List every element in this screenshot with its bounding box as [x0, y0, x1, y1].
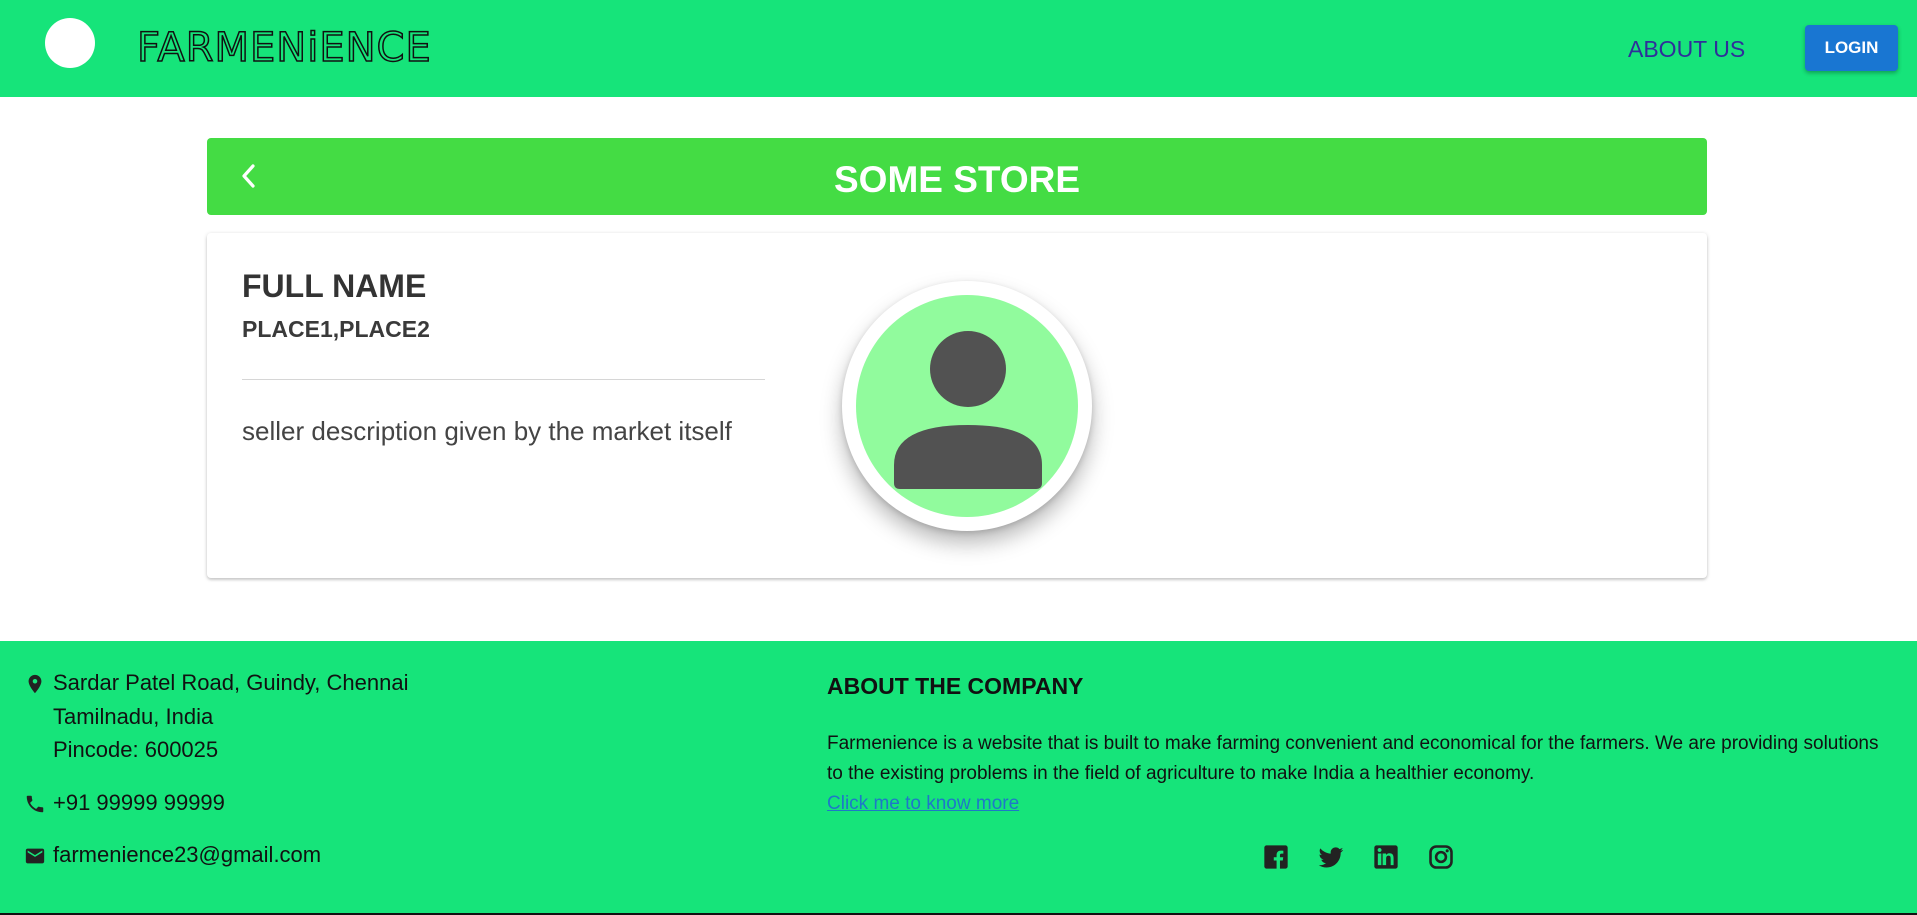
seller-card: FULL NAME PLACE1,PLACE2 seller descripti…	[207, 233, 1707, 578]
address-line-2: Tamilnadu, India	[53, 704, 214, 729]
seller-places: PLACE1,PLACE2	[242, 316, 430, 342]
address-line-1: Sardar Patel Road, Guindy, Chennai	[53, 670, 409, 695]
chevron-left-icon	[242, 164, 255, 188]
divider	[242, 379, 765, 380]
know-more-link[interactable]: Click me to know more	[827, 789, 1019, 819]
twitter-icon[interactable]	[1317, 843, 1345, 871]
store-title: SOME STORE	[833, 159, 1081, 200]
about-company-title: ABOUT THE COMPANY	[827, 673, 1084, 699]
about-company-text: Farmenience is a website that is built t…	[827, 733, 1879, 784]
store-banner: SOME STORE	[207, 138, 1707, 215]
top-navbar: FARMENiENCE ABOUT US LOGIN	[0, 0, 1917, 97]
phone-number[interactable]: +91 99999 99999	[53, 786, 225, 819]
location-pin-icon	[28, 674, 42, 694]
brand-name[interactable]: FARMENiENCE	[136, 25, 432, 71]
phone-icon	[26, 795, 44, 813]
address-line-3: Pincode: 600025	[53, 737, 219, 762]
instagram-icon[interactable]	[1427, 843, 1455, 871]
facebook-icon[interactable]	[1262, 843, 1290, 871]
seller-description: seller description given by the market i…	[242, 416, 732, 446]
back-button[interactable]	[229, 156, 269, 196]
nav-about-us-link[interactable]: ABOUT US	[1628, 35, 1745, 63]
mail-icon	[25, 848, 45, 864]
footer: Sardar Patel Road, Guindy, Chennai Tamil…	[0, 641, 1917, 915]
email-address[interactable]: farmenience23@gmail.com	[53, 838, 321, 871]
linkedin-icon[interactable]	[1372, 843, 1400, 871]
login-button[interactable]: LOGIN	[1805, 25, 1898, 71]
person-icon	[894, 331, 1042, 489]
avatar	[842, 281, 1092, 531]
logo-icon[interactable]	[45, 18, 95, 68]
avatar-background	[856, 295, 1078, 517]
seller-full-name: FULL NAME	[242, 268, 427, 304]
